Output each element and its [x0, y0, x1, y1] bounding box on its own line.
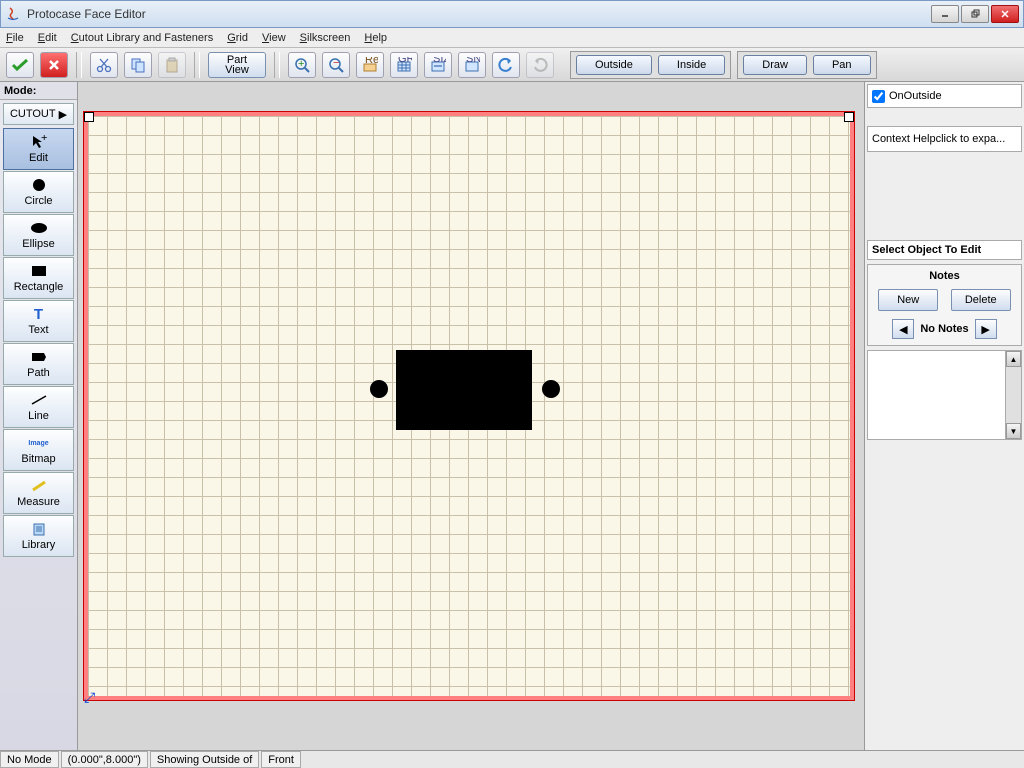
menu-help[interactable]: Help	[364, 32, 387, 44]
scroll-up-icon[interactable]: ▲	[1006, 351, 1021, 367]
separator	[76, 52, 82, 78]
inside-button[interactable]: Inside	[658, 55, 725, 75]
svg-text:GRID: GRID	[398, 57, 412, 65]
restore-button[interactable]	[961, 5, 989, 23]
tool-library[interactable]: Library	[3, 515, 74, 557]
tool-line[interactable]: Line	[3, 386, 74, 428]
ellipse-icon	[29, 220, 49, 236]
status-showing: Showing Outside of	[150, 751, 259, 768]
zoom-in-button[interactable]: +	[288, 52, 316, 78]
status-mode: No Mode	[0, 751, 59, 768]
origin-indicator: ⤢	[84, 689, 95, 706]
cancel-button[interactable]	[40, 52, 68, 78]
view-side-group: Outside Inside	[570, 51, 731, 79]
path-icon	[29, 349, 49, 365]
notes-scrollbar[interactable]: ▲ ▼	[1005, 351, 1021, 439]
svg-text:+: +	[41, 135, 47, 144]
notes-delete-button[interactable]: Delete	[951, 289, 1011, 311]
menu-grid[interactable]: Grid	[227, 32, 248, 44]
measure-icon	[29, 478, 49, 494]
mode-group: Draw Pan	[737, 51, 876, 79]
tool-path[interactable]: Path	[3, 343, 74, 385]
paste-button[interactable]	[158, 52, 186, 78]
tool-panel: Mode: CUTOUT▶ +Edit Circle Ellipse Recta…	[0, 82, 78, 750]
menu-cutout[interactable]: Cutout Library and Fasteners	[71, 32, 213, 44]
bitmap-icon: Image	[29, 435, 49, 451]
scroll-down-icon[interactable]: ▼	[1006, 423, 1021, 439]
tool-edit[interactable]: +Edit	[3, 128, 74, 170]
separator	[194, 52, 200, 78]
line-icon	[29, 392, 49, 408]
library-icon	[29, 521, 49, 537]
rectangle-icon	[29, 263, 49, 279]
cutout-rectangle[interactable]	[396, 350, 532, 430]
pan-button[interactable]: Pan	[813, 55, 871, 75]
tool-ellipse[interactable]: Ellipse	[3, 214, 74, 256]
circle-icon	[29, 177, 49, 193]
toolbar: PartView + − Reset GRID SIZE SNAP Outsid…	[0, 48, 1024, 82]
accept-button[interactable]	[6, 52, 34, 78]
notes-new-button[interactable]: New	[878, 289, 938, 311]
menu-edit[interactable]: Edit	[38, 32, 57, 44]
canvas-area[interactable]: ⤢	[78, 82, 864, 750]
status-face: Front	[261, 751, 301, 768]
on-outside-checkbox[interactable]: OnOutside	[867, 84, 1022, 108]
part-view-button[interactable]: PartView	[208, 52, 266, 78]
tool-bitmap[interactable]: ImageBitmap	[3, 429, 74, 471]
undo-button[interactable]	[492, 52, 520, 78]
tool-rectangle[interactable]: Rectangle	[3, 257, 74, 299]
cursor-icon: +	[29, 134, 49, 150]
svg-text:SNAP: SNAP	[466, 57, 480, 65]
separator	[274, 52, 280, 78]
no-notes-label: No Notes	[920, 323, 968, 335]
cutout-circle-left[interactable]	[370, 380, 388, 398]
notes-textarea[interactable]: ▲ ▼	[867, 350, 1022, 440]
snap-button[interactable]: SNAP	[458, 52, 486, 78]
context-help[interactable]: Context Helpclick to expa...	[867, 126, 1022, 152]
java-icon	[5, 6, 21, 22]
play-icon: ▶	[59, 108, 67, 121]
cutout-mode-button[interactable]: CUTOUT▶	[3, 103, 74, 125]
svg-text:Reset: Reset	[365, 57, 378, 66]
on-outside-check[interactable]	[872, 90, 885, 103]
tool-measure[interactable]: Measure	[3, 472, 74, 514]
menu-view[interactable]: View	[262, 32, 286, 44]
outside-button[interactable]: Outside	[576, 55, 652, 75]
menu-file[interactable]: File	[6, 32, 24, 44]
notes-header: Notes	[868, 265, 1021, 287]
window-title: Protocase Face Editor	[27, 7, 931, 21]
notes-next-button[interactable]: ▶	[975, 319, 997, 339]
corner-handle-nw[interactable]	[84, 112, 94, 122]
svg-text:SIZE: SIZE	[433, 57, 446, 65]
notes-prev-button[interactable]: ◀	[892, 319, 914, 339]
tool-circle[interactable]: Circle	[3, 171, 74, 213]
draw-button[interactable]: Draw	[743, 55, 807, 75]
status-bar: No Mode (0.000",8.000") Showing Outside …	[0, 750, 1024, 768]
mode-label: Mode:	[0, 82, 77, 100]
cut-button[interactable]	[90, 52, 118, 78]
menubar: File Edit Cutout Library and Fasteners G…	[0, 28, 1024, 48]
cutout-circle-right[interactable]	[542, 380, 560, 398]
status-coords: (0.000",8.000")	[61, 751, 148, 768]
zoom-reset-button[interactable]: Reset	[356, 52, 384, 78]
grid-button[interactable]: GRID	[390, 52, 418, 78]
svg-text:−: −	[333, 57, 339, 69]
size-button[interactable]: SIZE	[424, 52, 452, 78]
redo-button[interactable]	[526, 52, 554, 78]
titlebar: Protocase Face Editor	[0, 0, 1024, 28]
close-button[interactable]	[991, 5, 1019, 23]
design-canvas[interactable]: ⤢	[84, 112, 854, 700]
select-object-label: Select Object To Edit	[867, 240, 1022, 260]
zoom-out-button[interactable]: −	[322, 52, 350, 78]
svg-text:+: +	[298, 58, 304, 70]
corner-handle-ne[interactable]	[844, 112, 854, 122]
right-panel: OnOutside Context Helpclick to expa... S…	[864, 82, 1024, 750]
copy-button[interactable]	[124, 52, 152, 78]
text-icon: T	[29, 306, 49, 322]
tool-text[interactable]: TText	[3, 300, 74, 342]
minimize-button[interactable]	[931, 5, 959, 23]
notes-panel: Notes New Delete ◀ No Notes ▶	[867, 264, 1022, 346]
menu-silkscreen[interactable]: Silkscreen	[300, 32, 351, 44]
